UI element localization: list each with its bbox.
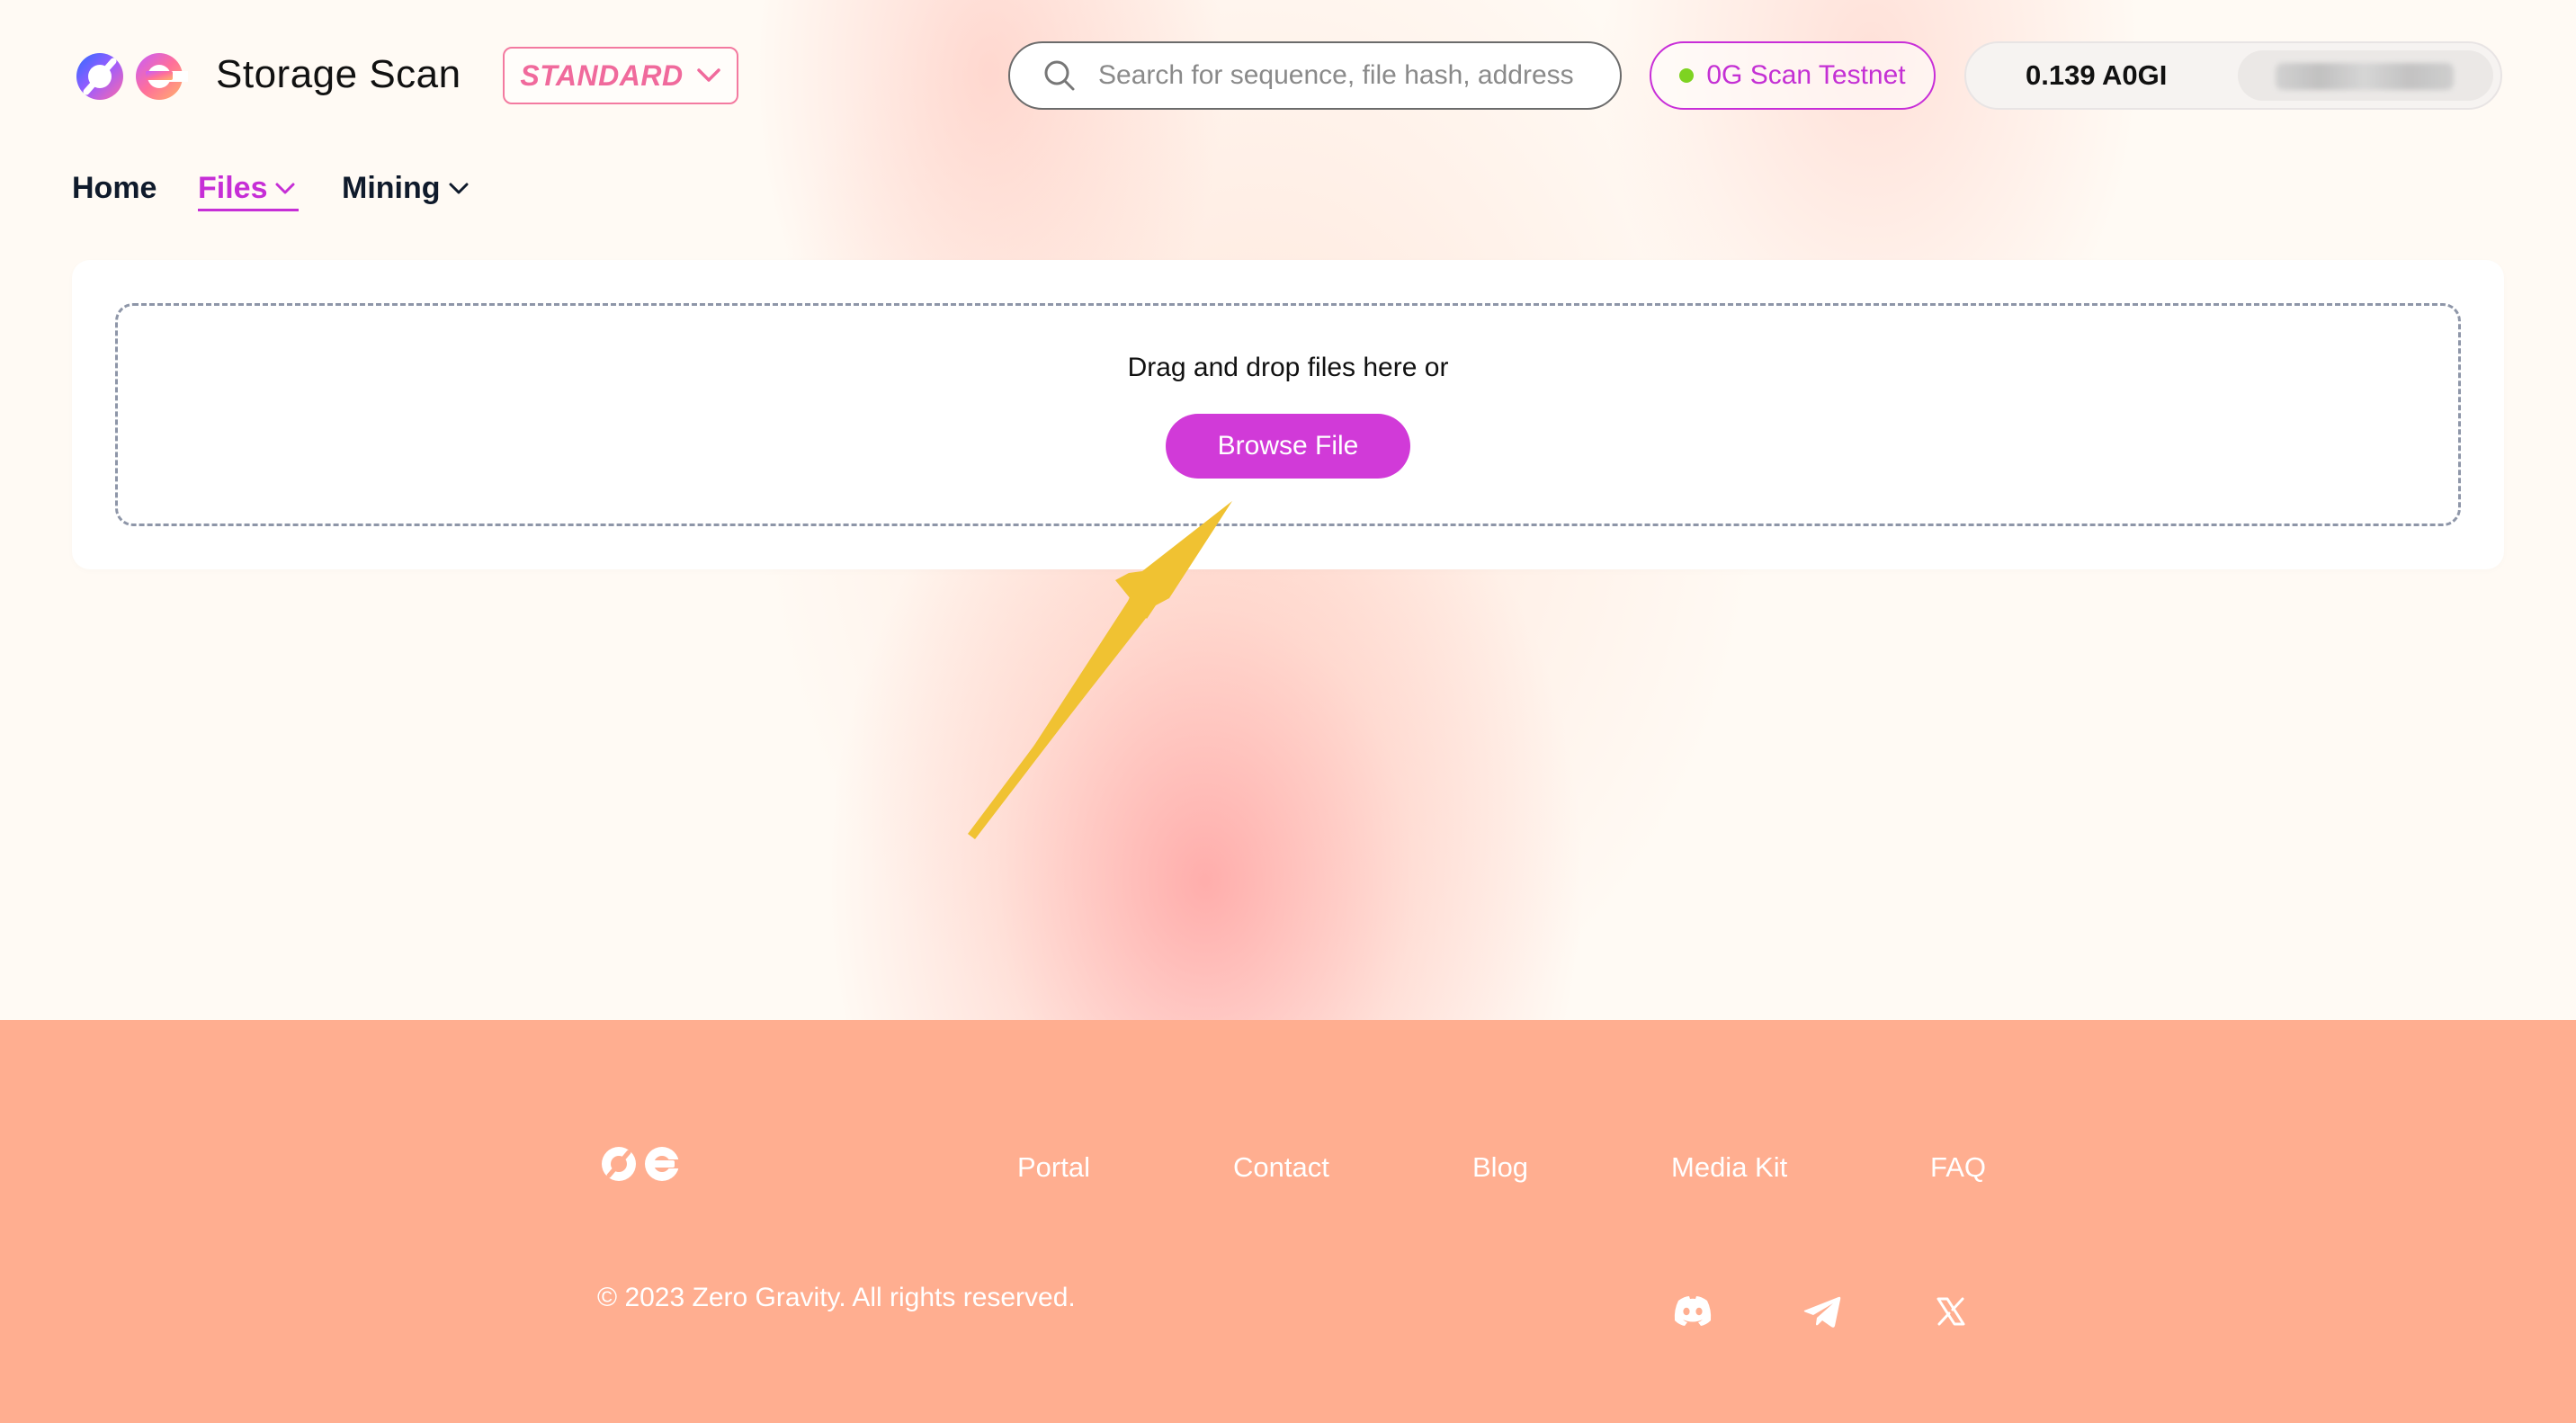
0g-logo[interactable] (72, 47, 189, 106)
dropzone-instruction: Drag and drop files here or (1127, 353, 1449, 382)
search-input[interactable] (1096, 59, 1604, 92)
footer-link-blog[interactable]: Blog (1472, 1151, 1528, 1184)
search-icon (1044, 60, 1075, 91)
chevron-down-icon (696, 68, 720, 82)
mode-label: STANDARD (520, 58, 684, 92)
browse-file-button[interactable]: Browse File (1166, 414, 1410, 479)
nav-mining[interactable]: Mining (342, 171, 470, 206)
footer-link-faq[interactable]: FAQ (1930, 1151, 1986, 1184)
chevron-down-icon (275, 183, 295, 193)
nav-mining-label: Mining (342, 171, 441, 205)
wallet-balance: 0.139 A0GI (2026, 59, 2168, 91)
search-bar[interactable] (1008, 41, 1622, 110)
nav-files[interactable]: Files (198, 171, 296, 206)
wallet-address-blurred (2276, 63, 2454, 90)
active-tab-indicator (198, 209, 299, 211)
annotation-arrow-icon (968, 501, 1232, 839)
footer (0, 1020, 2576, 1423)
footer-link-portal[interactable]: Portal (1017, 1151, 1090, 1184)
app-title: Storage Scan (216, 52, 461, 96)
network-selector[interactable]: 0G Scan Testnet (1650, 41, 1936, 110)
chevron-down-icon (449, 183, 469, 193)
footer-0g-logo[interactable] (598, 1142, 684, 1186)
nav-files-label: Files (198, 171, 268, 205)
network-label: 0G Scan Testnet (1706, 60, 1906, 90)
discord-icon[interactable] (1669, 1288, 1716, 1335)
footer-link-contact[interactable]: Contact (1233, 1151, 1329, 1184)
nav-home[interactable]: Home (72, 171, 157, 206)
mode-dropdown[interactable]: STANDARD (503, 47, 738, 104)
x-icon[interactable] (1928, 1288, 1974, 1335)
footer-link-media-kit[interactable]: Media Kit (1671, 1151, 1787, 1184)
network-status-dot (1679, 68, 1695, 83)
copyright-text: © 2023 Zero Gravity. All rights reserved… (597, 1283, 1076, 1312)
telegram-icon[interactable] (1799, 1288, 1846, 1335)
